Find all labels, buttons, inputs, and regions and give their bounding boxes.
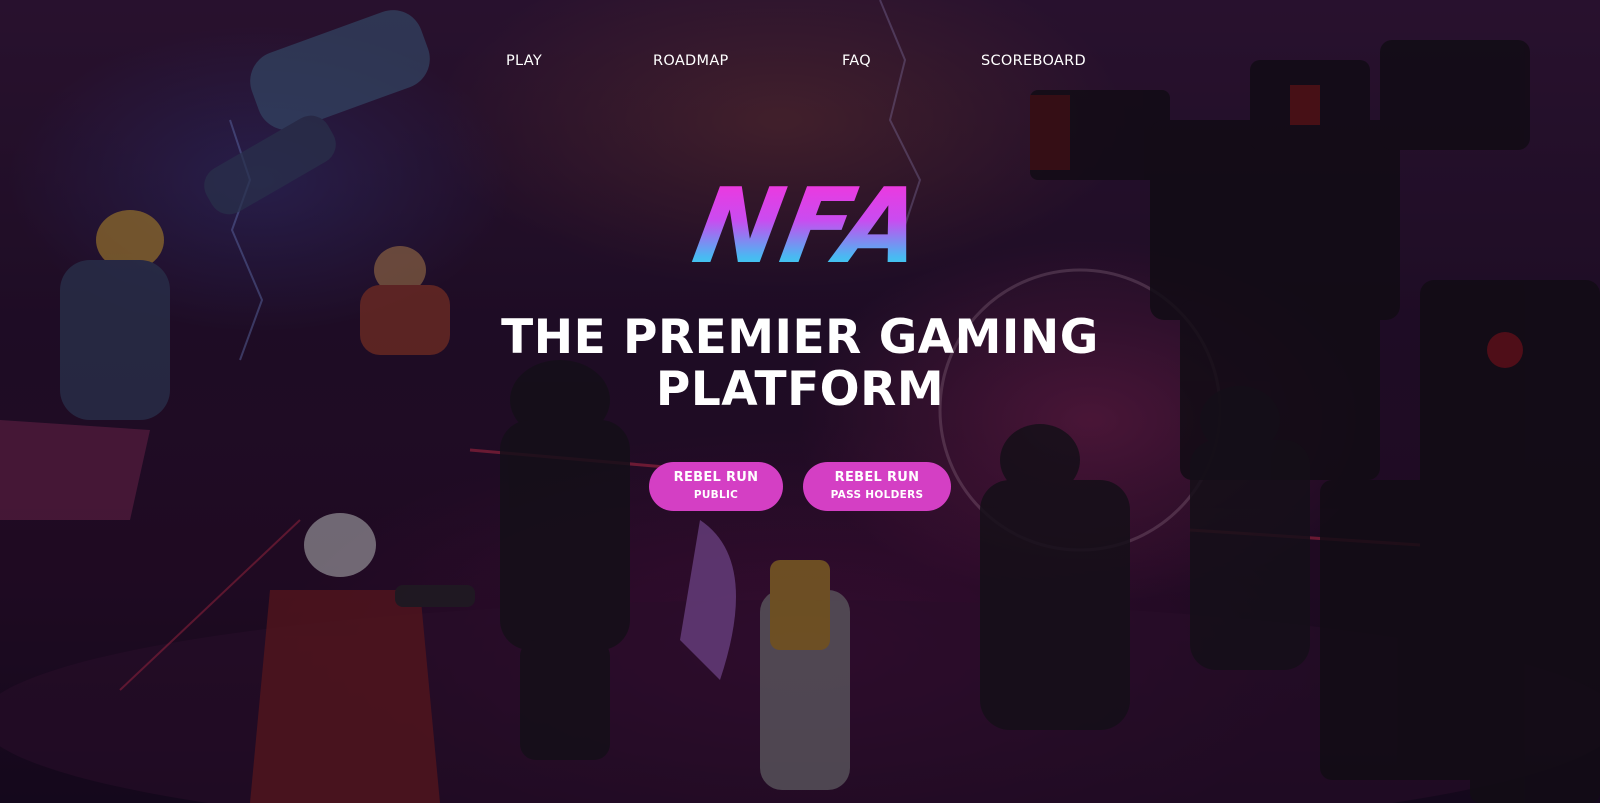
- nav-play-link[interactable]: PLAY: [506, 53, 542, 69]
- nav-faq-link[interactable]: FAQ: [842, 53, 871, 69]
- nav-scoreboard-link[interactable]: SCOREBOARD: [981, 53, 1086, 69]
- rebel-run-public-button[interactable]: REBEL RUN PUBLIC: [649, 462, 783, 511]
- button-label: REBEL RUN: [834, 470, 920, 485]
- hero-headline-line2: PLATFORM: [655, 362, 945, 417]
- top-nav: PLAY ROADMAP FAQ SCOREBOARD: [0, 48, 1600, 78]
- svg-text:NFA: NFA: [690, 166, 930, 287]
- nfa-logo: NFA: [690, 166, 930, 287]
- hero-headline: THE PREMIER GAMING PLATFORM: [300, 312, 1300, 416]
- hero-section: PLAY ROADMAP FAQ SCOREBOARD NFA THE PREM…: [0, 0, 1600, 803]
- button-sublabel: PUBLIC: [693, 489, 739, 501]
- button-sublabel: PASS HOLDERS: [830, 489, 924, 501]
- hero-headline-line1: THE PREMIER GAMING: [501, 310, 1099, 365]
- rebel-run-pass-holders-button[interactable]: REBEL RUN PASS HOLDERS: [803, 462, 951, 511]
- nav-roadmap-link[interactable]: ROADMAP: [653, 53, 729, 69]
- button-label: REBEL RUN: [673, 470, 759, 485]
